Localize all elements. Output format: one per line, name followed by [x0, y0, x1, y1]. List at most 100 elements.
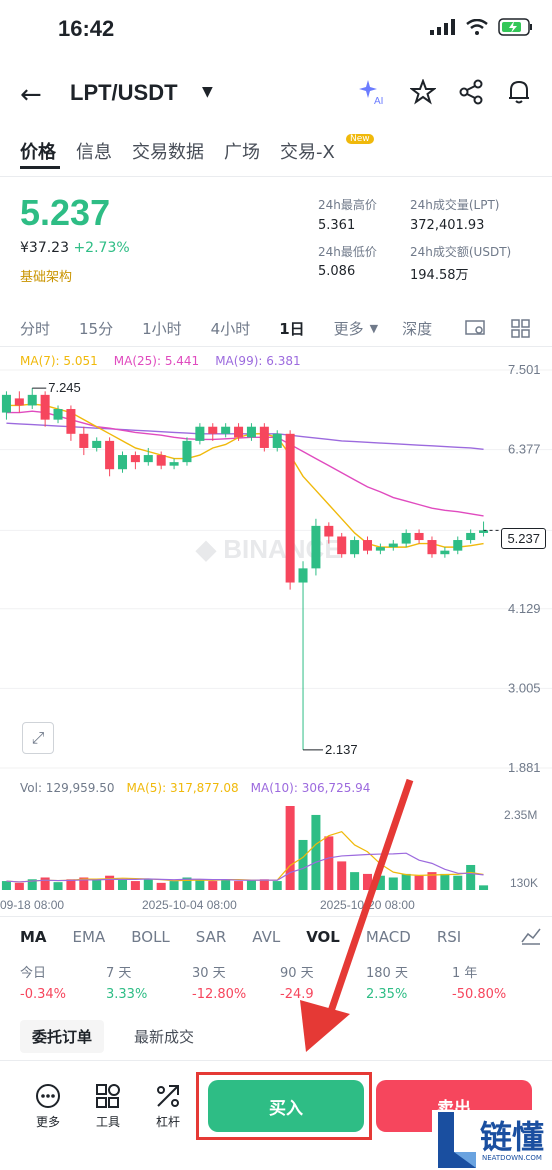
candle-body — [362, 540, 373, 551]
candle-body — [285, 433, 295, 583]
tf-depth[interactable]: 深度 — [402, 318, 432, 339]
volume-bar — [169, 881, 179, 890]
vol-usdt-value: 194.58万 — [410, 268, 469, 283]
star-icon[interactable] — [410, 79, 436, 105]
volume-bar — [440, 873, 450, 890]
tab-trading-data[interactable]: 交易数据 — [132, 138, 204, 164]
expand-icon[interactable]: ⤢ — [22, 722, 54, 754]
candle-body — [92, 440, 102, 448]
tab-orders[interactable]: 委托订单 — [20, 1020, 105, 1053]
ind-vol[interactable]: VOL — [306, 928, 340, 946]
tools-label: 工具 — [95, 1115, 120, 1129]
vol-ma5-label: MA(5): 317,877.08 — [126, 781, 239, 795]
candle-body — [427, 540, 437, 555]
tf-4h[interactable]: 4小时 — [211, 318, 251, 339]
date-label-1: 09-18 08:00 — [0, 898, 65, 912]
candle-body — [1, 394, 11, 413]
back-icon[interactable]: ← — [20, 80, 42, 110]
leverage-button[interactable]: 杠杆 — [148, 1082, 188, 1130]
candle-body — [466, 532, 476, 541]
ind-ema[interactable]: EMA — [73, 928, 106, 946]
candle-body — [388, 543, 398, 548]
volume-bar — [324, 836, 334, 890]
grid-icon[interactable] — [510, 318, 532, 338]
tools-icon — [96, 1084, 120, 1108]
pair-title[interactable]: LPT/USDT — [70, 80, 178, 106]
highlight-box — [196, 1072, 372, 1140]
category-tag[interactable]: 基础架构 — [20, 266, 72, 285]
perf-today: 今日 -0.34% — [20, 966, 66, 1002]
volume-chart[interactable] — [0, 798, 552, 894]
volume-bar — [92, 879, 102, 890]
chevron-down-icon[interactable]: ▼ — [370, 322, 378, 335]
tab-trade-x[interactable]: 交易-X — [280, 138, 335, 164]
candle-body — [66, 409, 76, 434]
tf-line[interactable]: 分时 — [20, 318, 50, 339]
more-icon — [36, 1084, 60, 1108]
candlestick-chart[interactable]: 7.5016.3774.1293.0051.881◆ BINANCE7.2452… — [0, 346, 552, 780]
vol-label: Vol: 129,959.50 — [20, 781, 115, 795]
volume-bar — [453, 875, 463, 890]
ind-rsi[interactable]: RSI — [437, 928, 461, 946]
volume-bar — [143, 879, 153, 890]
chart-settings-icon[interactable] — [464, 318, 488, 338]
svg-text:AI: AI — [374, 96, 383, 106]
tab-underline — [20, 166, 60, 169]
last-price: 5.237 — [20, 192, 111, 233]
candle-body — [117, 455, 128, 470]
tab-latest-trades[interactable]: 最新成交 — [134, 1026, 194, 1047]
tf-15m[interactable]: 15分 — [79, 318, 113, 339]
volume-bar — [362, 873, 373, 890]
share-icon[interactable] — [458, 79, 484, 105]
current-price-tag: 5.237 — [501, 528, 546, 549]
tf-more[interactable]: 更多 — [334, 318, 364, 339]
ind-sar[interactable]: SAR — [196, 928, 226, 946]
more-button[interactable]: 更多 — [28, 1082, 68, 1130]
ind-ma[interactable]: MA — [20, 928, 47, 946]
volume-bar — [40, 877, 50, 890]
price-axis-label: 6.377 — [508, 442, 541, 457]
volume-bar — [298, 839, 308, 890]
chevron-down-icon[interactable]: ▼ — [202, 84, 213, 100]
vol-axis-top: 2.35M — [504, 808, 538, 822]
header-actions: AI — [358, 78, 532, 106]
price-axis-label: 4.129 — [508, 601, 541, 616]
more-label: 更多 — [35, 1115, 60, 1129]
ind-macd[interactable]: MACD — [366, 928, 411, 946]
tools-button[interactable]: 工具 — [88, 1082, 128, 1130]
tab-info[interactable]: 信息 — [76, 138, 112, 164]
date-label-3: 2025-10-20 08:00 — [320, 898, 415, 912]
volume-bar — [1, 881, 11, 890]
price-sub: ¥37.23 +2.73% — [20, 240, 130, 256]
volume-ma10-line — [6, 852, 484, 883]
brand-name: 链懂 — [480, 1118, 545, 1156]
perf-30d: 30 天 -12.80% — [192, 966, 247, 1002]
tf-1h[interactable]: 1小时 — [142, 318, 182, 339]
ind-boll[interactable]: BOLL — [131, 928, 170, 946]
price-axis-label: 7.501 — [508, 362, 541, 377]
candle-body — [143, 455, 153, 463]
volume-bar — [195, 879, 205, 890]
candle-body — [337, 536, 347, 555]
candle-body — [401, 532, 411, 544]
tab-price[interactable]: 价格 — [20, 138, 56, 164]
volume-legend: Vol: 129,959.50 MA(5): 317,877.08 MA(10)… — [20, 781, 370, 795]
volume-bar — [105, 875, 115, 890]
indicator-bar: MA EMA BOLL SAR AVL VOL MACD RSI — [20, 928, 487, 946]
volume-bar — [375, 875, 385, 890]
tab-square[interactable]: 广场 — [224, 138, 260, 164]
ai-icon[interactable]: AI — [358, 78, 388, 106]
indicator-settings-icon[interactable] — [520, 926, 542, 946]
vol-usdt-label: 24h成交额(USDT) — [410, 245, 512, 259]
candle-body — [298, 568, 308, 583]
volume-bar — [117, 879, 128, 890]
volume-bar — [401, 873, 411, 890]
bell-icon[interactable] — [506, 79, 532, 105]
candle-body — [169, 462, 179, 466]
brand-logo: 链懂 NEATDOWN.COM — [432, 1110, 552, 1170]
tf-1d[interactable]: 1日 — [279, 318, 304, 339]
candle-body — [375, 547, 385, 551]
ind-avl[interactable]: AVL — [252, 928, 280, 946]
low-annotation: 2.137 — [325, 742, 358, 757]
candle-body — [311, 525, 321, 569]
